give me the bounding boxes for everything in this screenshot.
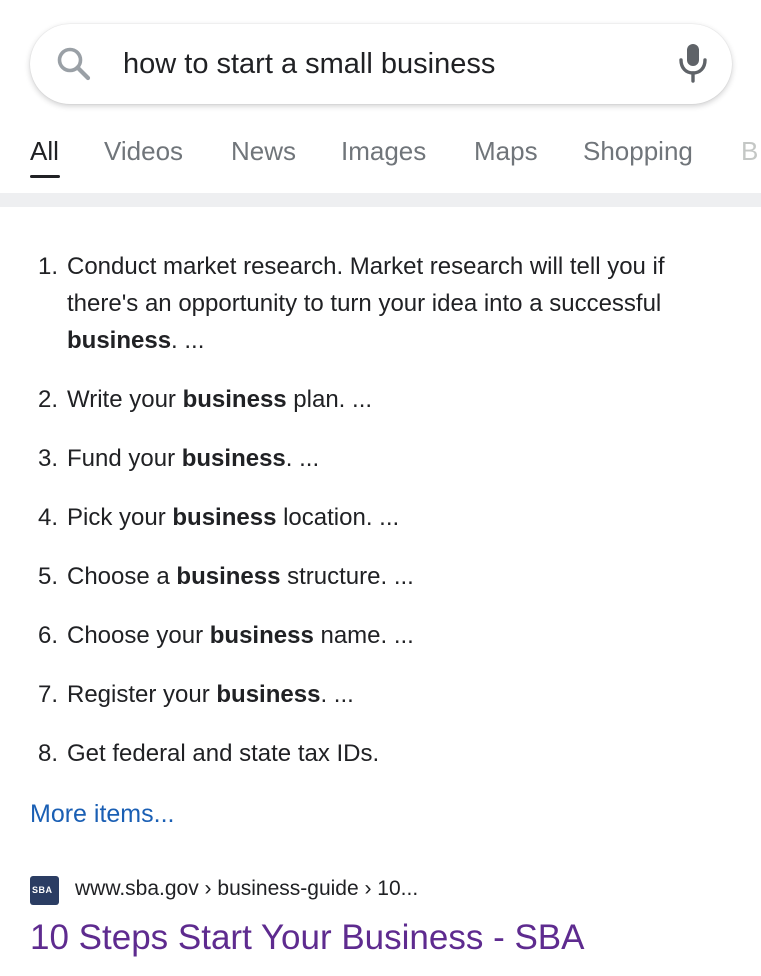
sba-favicon-icon: SBA: [30, 876, 59, 905]
list-item: 1. Conduct market research. Market resear…: [38, 248, 728, 359]
list-item-number: 8.: [38, 740, 59, 767]
list-item-text-part: . ...: [320, 681, 354, 708]
list-item-text-part: Register your: [67, 681, 217, 708]
mic-icon[interactable]: [676, 42, 710, 84]
search-results-page: how to start a small business All Videos…: [0, 0, 761, 976]
list-item-number: 5.: [38, 563, 59, 590]
list-item-text: Choose a business structure. ...: [67, 563, 414, 590]
list-item-bold-text: business: [181, 445, 286, 472]
search-input[interactable]: how to start a small business: [123, 46, 495, 82]
list-item-text-part: plan. ...: [286, 386, 373, 413]
list-item-text-part: Pick your: [67, 504, 173, 531]
tab-shopping[interactable]: Shopping: [583, 136, 693, 166]
search-tabs: All Videos News Images Maps Shopping B: [0, 128, 761, 188]
list-item-bold-text: business: [182, 386, 287, 413]
list-item-bold-text: business: [176, 563, 281, 590]
list-item-bold-text: business: [172, 504, 277, 531]
list-item-text-part: Conduct market research. Market research…: [67, 253, 665, 317]
list-item-text: Conduct market research. Market research…: [67, 253, 665, 354]
more-items-link[interactable]: More items...: [30, 797, 174, 831]
search-bar[interactable]: how to start a small business: [30, 24, 732, 104]
result-title-link[interactable]: 10 Steps Start Your Business - SBA: [30, 915, 584, 961]
list-item-bold-text: business: [216, 681, 321, 708]
list-item-text: Register your business. ...: [67, 681, 354, 708]
list-item-text-part: name. ...: [313, 622, 414, 649]
list-item-number: 2.: [38, 386, 59, 413]
list-item: 7. Register your business. ...: [38, 676, 728, 713]
list-item-text-part: location. ...: [276, 504, 400, 531]
featured-snippet-list: 1. Conduct market research. Market resear…: [38, 248, 728, 794]
list-item: 4. Pick your business location. ...: [38, 499, 728, 536]
list-item-text: Write your business plan. ...: [67, 386, 372, 413]
list-item-text-part: Choose your: [67, 622, 210, 649]
list-item-number: 7.: [38, 681, 59, 708]
list-item-text: Pick your business location. ...: [67, 504, 399, 531]
active-tab-indicator: [30, 175, 60, 178]
tab-maps[interactable]: Maps: [474, 136, 538, 166]
tab-videos[interactable]: Videos: [104, 136, 183, 166]
tab-images[interactable]: Images: [341, 136, 426, 166]
favicon-label: SBA: [32, 885, 53, 895]
list-item-text: Get federal and state tax IDs.: [67, 740, 379, 767]
list-item-text-part: Choose a: [67, 563, 177, 590]
list-item-number: 4.: [38, 504, 59, 531]
list-item: 5. Choose a business structure. ...: [38, 558, 728, 595]
list-item-text-part: Fund your: [67, 445, 182, 472]
tabs-divider: [0, 193, 761, 207]
result-url[interactable]: www.sba.gov › business-guide › 10...: [75, 874, 418, 904]
search-icon[interactable]: [54, 44, 94, 84]
list-item: 2. Write your business plan. ...: [38, 381, 728, 418]
list-item-number: 3.: [38, 445, 59, 472]
list-item-text-part: structure. ...: [280, 563, 414, 590]
tab-news[interactable]: News: [231, 136, 296, 166]
list-item: 8. Get federal and state tax IDs.: [38, 735, 728, 772]
list-item: 3. Fund your business. ...: [38, 440, 728, 477]
tab-books-truncated[interactable]: B: [741, 136, 758, 166]
list-item-text-part: . ...: [285, 445, 320, 472]
list-item: 6. Choose your business name. ...: [38, 617, 728, 654]
list-item-number: 6.: [38, 622, 59, 649]
list-item-text: Choose your business name. ...: [67, 622, 414, 649]
list-item-number: 1.: [38, 253, 59, 280]
list-item-text-part: . ...: [171, 327, 205, 354]
list-item-bold-text: business: [67, 327, 172, 354]
list-item-text-part: Get federal and state tax IDs.: [67, 740, 380, 767]
list-item-text: Fund your business. ...: [67, 445, 319, 472]
list-item-bold-text: business: [209, 622, 314, 649]
tab-all[interactable]: All: [30, 136, 59, 166]
list-item-text-part: Write your: [67, 386, 183, 413]
